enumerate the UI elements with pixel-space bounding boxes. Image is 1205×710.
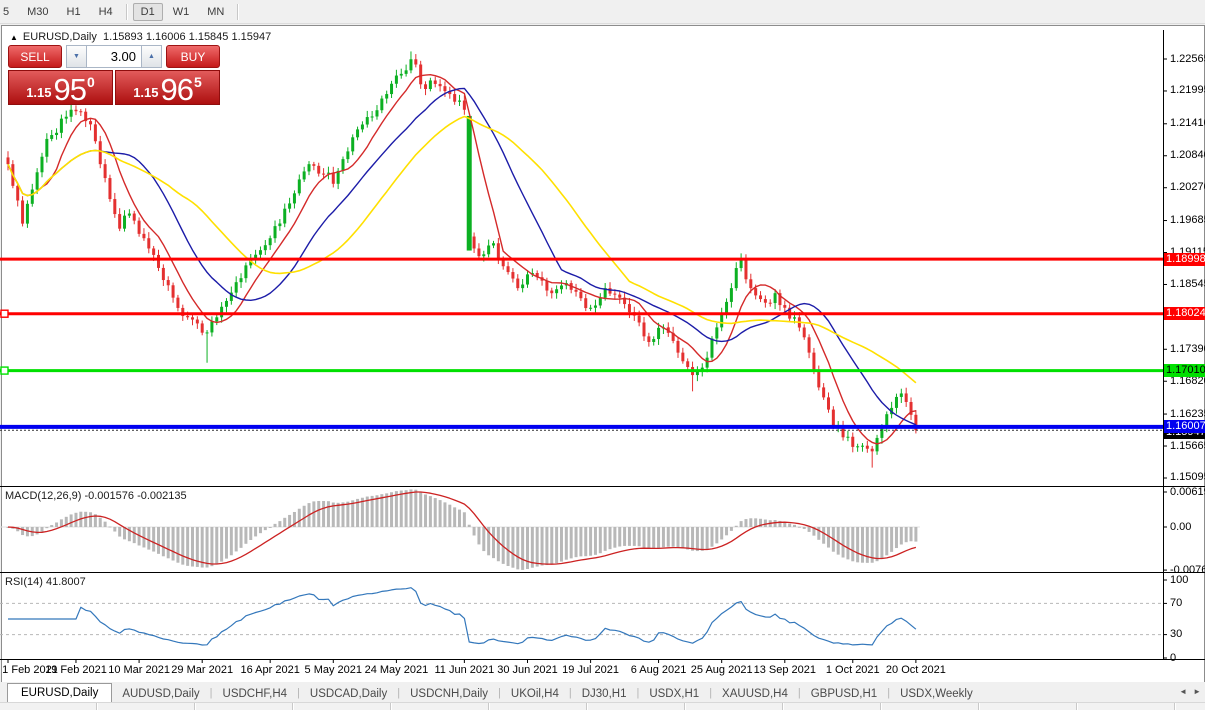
- sell-price-button[interactable]: 1.15950: [8, 70, 113, 105]
- price-axis-tick-label: 1.20840: [1170, 149, 1205, 161]
- buy-price-button[interactable]: 1.15965: [115, 70, 220, 105]
- chart-symbol-period: EURUSD,Daily: [23, 31, 97, 43]
- chevron-up-icon: ▲: [148, 53, 155, 60]
- hline-price-axis-label: 1.18998: [1164, 253, 1205, 266]
- chart-tab-USDCNH-Daily[interactable]: USDCNH,Daily: [400, 685, 498, 702]
- bid-price-sup: 0: [87, 74, 95, 90]
- date-axis-label: 16 Apr 2021: [240, 664, 299, 676]
- price-axis-tick-label: 1.22565: [1170, 53, 1205, 65]
- bid-price-big: 95: [54, 75, 86, 104]
- sell-button[interactable]: SELL: [8, 45, 62, 68]
- price-axis-tick-label: 1.15665: [1170, 440, 1205, 452]
- hline-price-axis-label: 1.16007: [1164, 420, 1205, 433]
- ask-price-sup: 5: [194, 74, 202, 90]
- tab-scroll-arrows: ◄ ►: [1179, 687, 1201, 696]
- one-click-trading-panel: SELL ▼ ▲ BUY 1.15950 1.15965: [8, 45, 220, 105]
- macd-axis-tick-label: 0.00: [1170, 521, 1191, 533]
- chart-tab-XAUUSD-H4[interactable]: XAUUSD,H4: [712, 685, 798, 702]
- macd-indicator-label: MACD(12,26,9) -0.001576 -0.002135: [5, 490, 187, 502]
- chart-tab-USDX-Weekly[interactable]: USDX,Weekly: [890, 685, 983, 702]
- date-axis-label: 25 Aug 2021: [691, 664, 753, 676]
- price-axis-tick-label: 1.17390: [1170, 343, 1205, 355]
- chart-tab-UKOil-H4[interactable]: UKOil,H4: [501, 685, 569, 702]
- volume-decrease-button[interactable]: ▼: [66, 45, 87, 68]
- rsi-axis-tick-label: 30: [1170, 628, 1182, 640]
- rsi-axis-tick-label: 70: [1170, 597, 1182, 609]
- trading-platform-window: 5M30H1H4D1W1MN ▲EURUSD,Daily 1.15893 1.1…: [0, 0, 1205, 710]
- date-axis-label: 29 Mar 2021: [171, 664, 233, 676]
- chart-tabs-bar: EURUSD,DailyAUDUSD,Daily|USDCHF,H4|USDCA…: [0, 682, 1205, 702]
- chart-tab-EURUSD-Daily[interactable]: EURUSD,Daily: [7, 683, 112, 702]
- date-axis-label: 24 May 2021: [365, 664, 429, 676]
- bid-price-prefix: 1.15: [26, 85, 51, 100]
- date-axis-label: 10 Mar 2021: [108, 664, 170, 676]
- tab-scroll-right-icon[interactable]: ►: [1193, 687, 1201, 696]
- rsi-axis-tick-label: 0: [1170, 652, 1176, 664]
- rsi-axis-tick-label: 100: [1170, 574, 1188, 586]
- collapse-panel-icon[interactable]: ▲: [10, 33, 18, 42]
- date-axis-label: 19 Feb 2021: [45, 664, 107, 676]
- volume-input[interactable]: [87, 45, 141, 68]
- date-axis-label: 30 Jun 2021: [497, 664, 558, 676]
- price-axis-tick-label: 1.19685: [1170, 214, 1205, 226]
- chart-tab-GBPUSD-H1[interactable]: GBPUSD,H1: [801, 685, 887, 702]
- date-axis-label: 19 Jul 2021: [562, 664, 619, 676]
- price-axis-tick-label: 1.21995: [1170, 84, 1205, 96]
- chart-ohlc-values: 1.15893 1.16006 1.15845 1.15947: [103, 31, 271, 43]
- price-axis-tick-label: 1.20270: [1170, 181, 1205, 193]
- chevron-down-icon: ▼: [73, 53, 80, 60]
- date-axis-label: 1 Oct 2021: [826, 664, 880, 676]
- chart-tab-USDCAD-Daily[interactable]: USDCAD,Daily: [300, 685, 397, 702]
- price-axis-tick-label: 1.18545: [1170, 278, 1205, 290]
- date-axis-label: 5 May 2021: [305, 664, 362, 676]
- chart-tab-DJ30-H1[interactable]: DJ30,H1: [572, 685, 637, 702]
- date-axis-label: 13 Sep 2021: [754, 664, 816, 676]
- hline-price-axis-label: 1.17010: [1164, 364, 1205, 377]
- rsi-indicator-label: RSI(14) 41.8007: [5, 576, 86, 588]
- price-axis-tick-label: 1.16235: [1170, 408, 1205, 420]
- chart-tab-AUDUSD-Daily[interactable]: AUDUSD,Daily: [112, 685, 209, 702]
- volume-increase-button[interactable]: ▲: [141, 45, 162, 68]
- hline-price-axis-label: 1.18024: [1164, 307, 1205, 320]
- date-axis-label: 6 Aug 2021: [631, 664, 687, 676]
- chart-tab-USDX-H1[interactable]: USDX,H1: [639, 685, 709, 702]
- status-bar: [0, 702, 1205, 710]
- chart-tab-USDCHF-H4[interactable]: USDCHF,H4: [213, 685, 298, 702]
- date-axis-label: 11 Jun 2021: [434, 664, 494, 676]
- ask-price-prefix: 1.15: [133, 85, 158, 100]
- price-axis-tick-label: 1.15095: [1170, 471, 1205, 483]
- buy-button[interactable]: BUY: [166, 45, 220, 68]
- ask-price-big: 96: [161, 75, 193, 104]
- date-axis-label: 20 Oct 2021: [886, 664, 946, 676]
- macd-axis-tick-label: 0.006193: [1170, 486, 1205, 498]
- price-axis-tick-label: 1.21410: [1170, 117, 1205, 129]
- tab-scroll-left-icon[interactable]: ◄: [1179, 687, 1187, 696]
- chart-title: ▲ EURUSD,Daily 1.15893 1.16006 1.15845 1.…: [10, 31, 271, 43]
